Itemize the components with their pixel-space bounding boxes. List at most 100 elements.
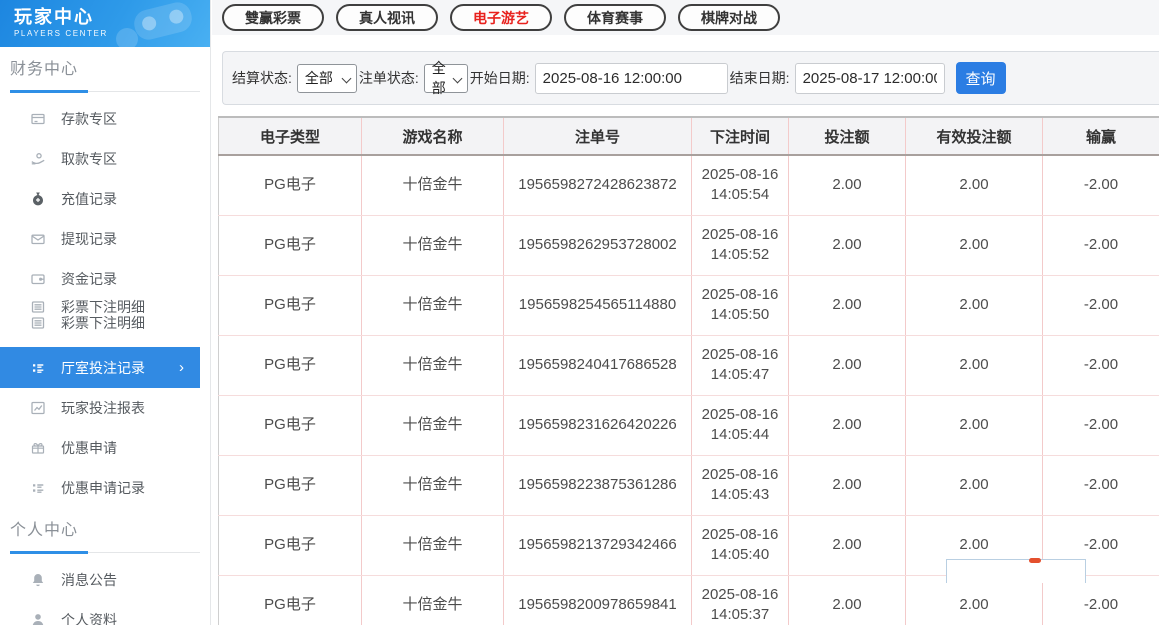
- section-underline: [10, 91, 200, 92]
- sidebar-item-label: 提现记录: [61, 229, 117, 249]
- cell-bet-amount: 2.00: [789, 395, 906, 455]
- gift-icon: [30, 440, 46, 456]
- table-row: PG电子十倍金牛19565982316264202262025-08-1614:…: [219, 395, 1159, 455]
- start-date-input[interactable]: [535, 63, 728, 94]
- sidebar-item-hall-bet-records[interactable]: 厅室投注记录 ›: [0, 347, 200, 388]
- list-icon: [30, 299, 46, 315]
- cell-valid-amount: 2.00: [906, 275, 1043, 335]
- cell-win-loss: -2.00: [1043, 215, 1159, 275]
- user-icon: [30, 612, 46, 625]
- end-date-input[interactable]: [795, 63, 945, 94]
- table-row: PG电子十倍金牛19565982238753612862025-08-1614:…: [219, 455, 1159, 515]
- cell-bet-amount: 2.00: [789, 335, 906, 395]
- column-header: 电子类型: [219, 117, 362, 155]
- cell-type: PG电子: [219, 335, 362, 395]
- finance-section-title: 财务中心: [10, 55, 210, 79]
- cell-bet-amount: 2.00: [789, 155, 906, 215]
- sidebar-item-label: 资金记录: [61, 269, 117, 289]
- chevron-down-icon: [452, 73, 462, 83]
- sidebar: 玩家中心 PLAYERS CENTER 财务中心 存款专区 取款专区 充值记录 …: [0, 0, 211, 625]
- column-header: 投注额: [789, 117, 906, 155]
- cell-bet-time: 2025-08-1614:05:40: [692, 515, 789, 575]
- cell-valid-amount: 2.00: [906, 335, 1043, 395]
- bell-icon: [30, 572, 46, 588]
- bet-records-table: 电子类型游戏名称注单号下注时间投注额有效投注额输赢 PG电子十倍金牛195659…: [218, 116, 1159, 625]
- cell-valid-amount: 2.00: [906, 155, 1043, 215]
- brand-header: 玩家中心 PLAYERS CENTER: [0, 0, 210, 47]
- chevron-down-icon: [341, 73, 351, 83]
- cell-bet-amount: 2.00: [789, 275, 906, 335]
- cell-type: PG电子: [219, 395, 362, 455]
- cell-bet-amount: 2.00: [789, 455, 906, 515]
- game-category-tabbar: 雙赢彩票 真人视讯 电子游艺 体育赛事 棋牌对战: [212, 0, 1159, 35]
- tab-board-games[interactable]: 棋牌对战: [678, 4, 780, 31]
- sidebar-item-label: 优惠申请记录: [61, 478, 145, 498]
- cell-type: PG电子: [219, 275, 362, 335]
- cell-bet-amount: 2.00: [789, 215, 906, 275]
- personal-section-title: 个人中心: [10, 516, 210, 540]
- cell-bet-time: 2025-08-1614:05:54: [692, 155, 789, 215]
- sidebar-item-label: 彩票下注明细: [61, 313, 145, 333]
- wallet-icon: [30, 271, 46, 287]
- tab-live-casino[interactable]: 真人视讯: [336, 4, 438, 31]
- cell-bet-no: 1956598240417686528: [504, 335, 692, 395]
- cell-bet-no: 1956598254565114880: [504, 275, 692, 335]
- cell-win-loss: -2.00: [1043, 275, 1159, 335]
- sidebar-item-lottery-bet-details-2[interactable]: 彩票下注明细: [0, 315, 210, 331]
- filter-bar: 结算状态: 全部 注单状态: 全部 开始日期: 结束日期: 查询: [222, 51, 1159, 105]
- start-date-label: 开始日期:: [470, 68, 530, 88]
- sidebar-item-announcements[interactable]: 消息公告: [0, 560, 210, 600]
- bank-card-icon: [30, 111, 46, 127]
- sidebar-item-label: 存款专区: [61, 109, 117, 129]
- sidebar-item-player-bet-report[interactable]: 玩家投注报表: [0, 388, 210, 428]
- finance-section-header: 财务中心: [0, 47, 210, 92]
- column-header: 有效投注额: [906, 117, 1043, 155]
- sidebar-item-label: 厅室投注记录: [61, 358, 145, 378]
- sidebar-item-promo-apply-records[interactable]: 优惠申请记录: [0, 468, 210, 508]
- list-detail-icon: [30, 480, 46, 496]
- tab-electronic-games[interactable]: 电子游艺: [450, 4, 552, 31]
- column-header: 输赢: [1043, 117, 1159, 155]
- search-button[interactable]: 查询: [956, 62, 1006, 94]
- cell-win-loss: -2.00: [1043, 395, 1159, 455]
- cell-game: 十倍金牛: [362, 395, 504, 455]
- cell-game: 十倍金牛: [362, 455, 504, 515]
- cell-bet-time: 2025-08-1614:05:37: [692, 575, 789, 625]
- sidebar-item-withdraw-records[interactable]: 提现记录: [0, 219, 210, 259]
- tab-sports[interactable]: 体育赛事: [564, 4, 666, 31]
- settle-status-value: 全部: [305, 68, 333, 88]
- sidebar-item-label: 消息公告: [61, 570, 117, 590]
- sidebar-item-deposit[interactable]: 存款专区: [0, 99, 210, 139]
- cell-type: PG电子: [219, 575, 362, 625]
- settle-status-select[interactable]: 全部: [297, 64, 357, 93]
- cell-win-loss: -2.00: [1043, 455, 1159, 515]
- cell-type: PG电子: [219, 515, 362, 575]
- sidebar-item-withdraw[interactable]: 取款专区: [0, 139, 210, 179]
- sidebar-item-label: 个人资料: [61, 610, 117, 625]
- cell-type: PG电子: [219, 155, 362, 215]
- section-underline: [10, 552, 200, 553]
- sidebar-item-fund-records[interactable]: 资金记录: [0, 259, 210, 299]
- tooltip-popup: [946, 559, 1086, 583]
- cell-win-loss: -2.00: [1043, 335, 1159, 395]
- cell-bet-no: 1956598213729342466: [504, 515, 692, 575]
- order-status-label: 注单状态:: [359, 68, 419, 88]
- cell-bet-no: 1956598223875361286: [504, 455, 692, 515]
- personal-menu: 消息公告 个人资料: [0, 553, 210, 625]
- records-tbody: PG电子十倍金牛19565982724286238722025-08-1614:…: [219, 155, 1159, 625]
- personal-section-header: 个人中心: [0, 508, 210, 553]
- cell-game: 十倍金牛: [362, 215, 504, 275]
- table-header-row: 电子类型游戏名称注单号下注时间投注额有效投注额输赢: [219, 117, 1159, 155]
- column-header: 游戏名称: [362, 117, 504, 155]
- tab-lottery[interactable]: 雙赢彩票: [222, 4, 324, 31]
- hand-coin-icon: [30, 151, 46, 167]
- chevron-right-icon: ›: [179, 359, 184, 376]
- table-row: PG电子十倍金牛19565982629537280022025-08-1614:…: [219, 215, 1159, 275]
- chart-icon: [30, 400, 46, 416]
- sidebar-item-promo-apply[interactable]: 优惠申请: [0, 428, 210, 468]
- order-status-select[interactable]: 全部: [424, 64, 468, 93]
- sidebar-item-recharge-records[interactable]: 充值记录: [0, 179, 210, 219]
- brand-subtitle: PLAYERS CENTER: [14, 29, 210, 38]
- sidebar-item-profile[interactable]: 个人资料: [0, 600, 210, 625]
- cell-bet-amount: 2.00: [789, 515, 906, 575]
